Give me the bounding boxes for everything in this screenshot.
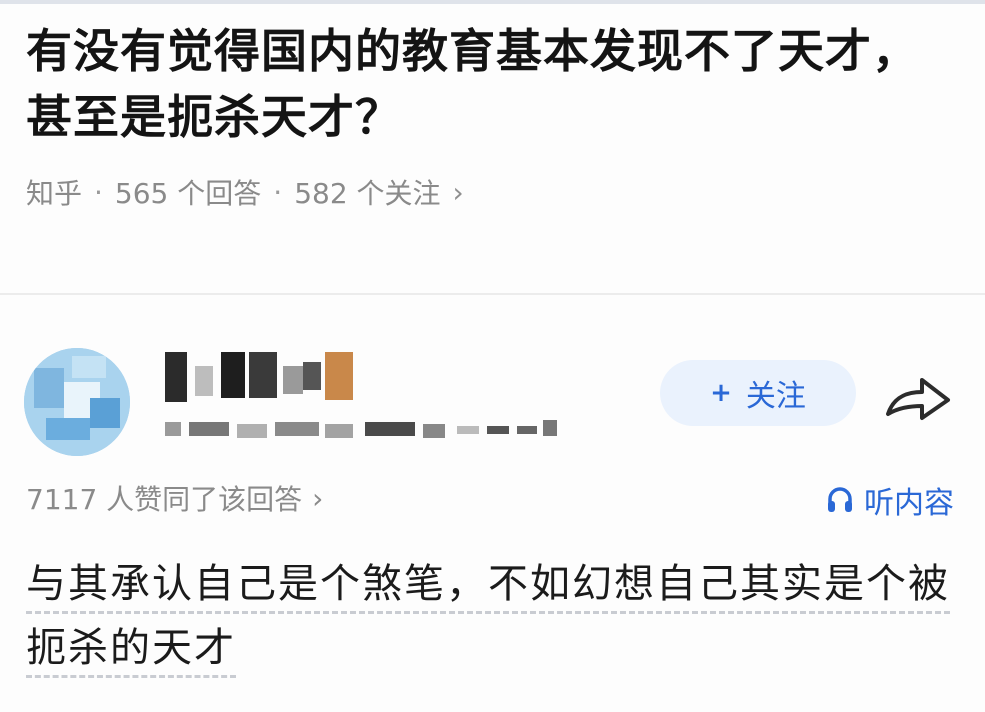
- answer-text: 与其承认自己是个煞笔，不如幻想自己其实是个被扼杀的天才: [26, 561, 950, 678]
- section-divider: [0, 293, 985, 295]
- meta-separator: ·: [94, 175, 103, 209]
- avatar-pixel: [34, 368, 64, 408]
- question-meta[interactable]: 知乎 · 565 个回答 · 582 个关注 ›: [26, 172, 956, 212]
- blur-block: [423, 424, 445, 438]
- question-title[interactable]: 有没有觉得国内的教育基本发现不了天才，甚至是扼杀天才？: [26, 18, 956, 150]
- blur-block: [275, 422, 319, 436]
- avatar-pixel: [72, 356, 106, 378]
- blur-block: [487, 426, 509, 434]
- likes-count-text: 7117 人赞同了该回答: [26, 483, 303, 516]
- blur-block: [283, 366, 303, 394]
- author-bio-blurred: [165, 418, 565, 444]
- stats-row: 7117 人赞同了该回答 › 听内容: [26, 478, 956, 524]
- avatar[interactable]: [24, 348, 130, 456]
- blur-block: [165, 422, 181, 436]
- meta-separator: ·: [273, 175, 283, 209]
- avatar-pixel: [90, 398, 120, 428]
- likes-summary[interactable]: 7117 人赞同了该回答 ›: [26, 478, 323, 518]
- share-arrow-shape: [886, 378, 950, 420]
- author-row: + 关注: [0, 330, 985, 460]
- avatar-pixel: [46, 418, 90, 440]
- top-edge-divider: [0, 0, 985, 4]
- listen-label: 听内容: [864, 486, 954, 521]
- plus-icon: +: [710, 378, 732, 408]
- blur-block: [237, 424, 267, 438]
- blur-block: [189, 422, 229, 436]
- blur-block: [517, 426, 537, 434]
- answer-body[interactable]: 与其承认自己是个煞笔，不如幻想自己其实是个被扼杀的天才: [26, 552, 956, 680]
- blur-block: [325, 424, 353, 438]
- chevron-right-icon: ›: [312, 481, 324, 515]
- blur-block: [325, 352, 353, 400]
- source-label: 知乎: [26, 177, 83, 210]
- zhihu-answer-screen: 有没有觉得国内的教育基本发现不了天才，甚至是扼杀天才？ 知乎 · 565 个回答…: [0, 0, 985, 712]
- blur-block: [195, 366, 213, 396]
- follow-button[interactable]: + 关注: [660, 360, 856, 426]
- followers-count: 582 个关注: [294, 177, 441, 210]
- follow-label: 关注: [745, 379, 806, 414]
- share-icon[interactable]: [880, 370, 956, 426]
- blur-block: [165, 352, 187, 402]
- answers-count: 565 个回答: [114, 177, 262, 210]
- headphones-icon: [828, 487, 852, 512]
- chevron-right-icon: ›: [452, 175, 464, 209]
- question-header[interactable]: 有没有觉得国内的教育基本发现不了天才，甚至是扼杀天才？ 知乎 · 565 个回答…: [26, 18, 956, 212]
- blur-block: [543, 420, 557, 436]
- blur-block: [303, 362, 321, 390]
- author-name-blurred[interactable]: [165, 352, 365, 404]
- blur-block: [457, 426, 479, 434]
- listen-button[interactable]: 听内容: [826, 478, 954, 522]
- blur-block: [249, 352, 277, 398]
- blur-block: [365, 422, 415, 436]
- blur-block: [221, 352, 245, 398]
